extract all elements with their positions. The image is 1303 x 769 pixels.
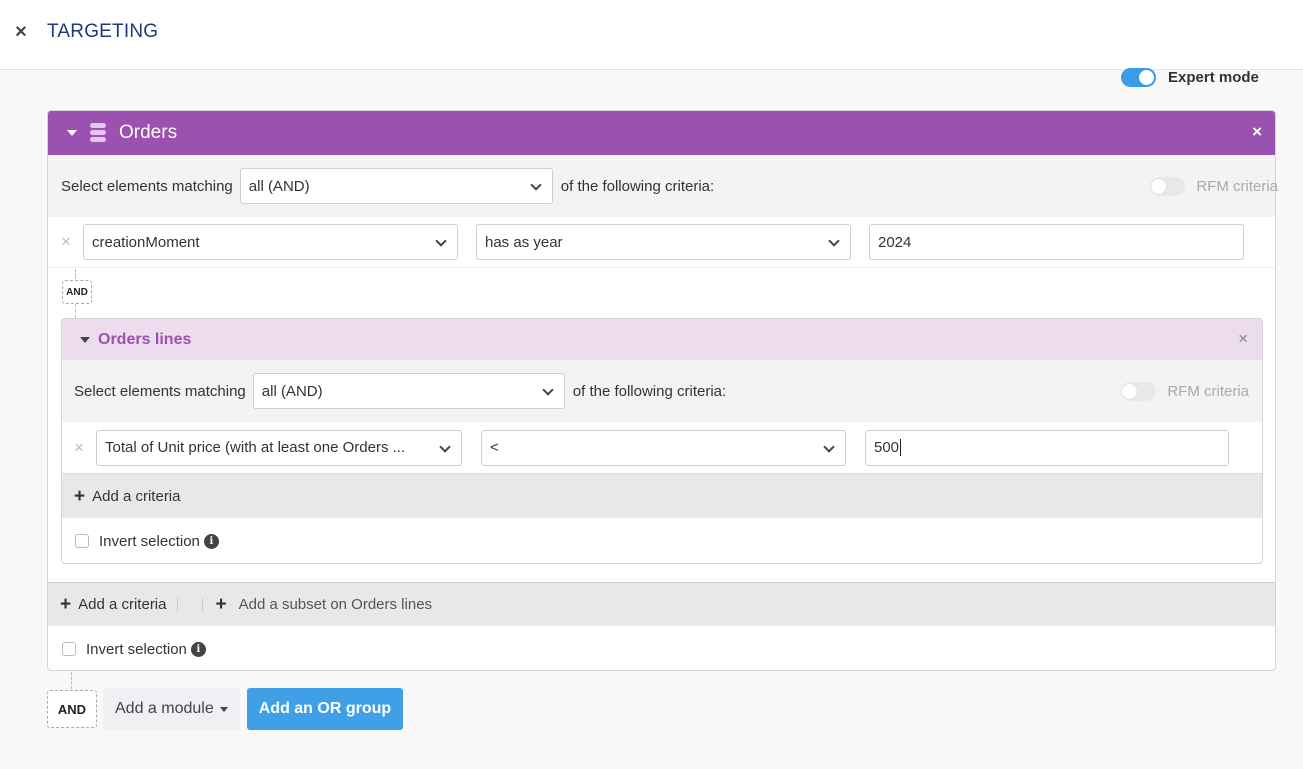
toggle-knob [1122,383,1138,399]
criteria-field-select[interactable]: Total of Unit price (with at least one O… [96,429,462,466]
add-module-button[interactable]: Add a module [103,688,240,730]
text-cursor [900,439,902,456]
invert-selection-label: Invert selection [86,640,187,658]
chevron-down-icon [439,440,451,453]
info-icon[interactable]: i [190,641,206,657]
criteria-field-value: Total of Unit price (with at least one O… [105,439,406,456]
expert-mode-label: Expert mode [1168,69,1259,86]
criteria-value: 500 [874,439,900,456]
rfm-control: RFM criteria [1121,381,1249,401]
invert-selection-checkbox[interactable] [75,534,89,548]
and-connector-badge[interactable]: AND [47,690,97,728]
orders-lines-subset: Orders lines × Select elements matching … [61,318,1263,564]
subset-match-select[interactable]: all (AND) [252,373,565,409]
bottom-actions: AND Add a module Add an OR group [47,688,404,730]
subset-header: Orders lines × [62,319,1262,360]
connector-line [75,269,76,279]
match-select[interactable]: all (AND) [239,168,553,204]
collapse-caret-icon[interactable] [80,336,90,343]
criteria-row: × creationMoment has as year 2024 [48,217,1275,268]
module-name: Orders [119,122,178,143]
subset-match-row: Select elements matching all (AND) of th… [62,360,1262,422]
chevron-down-icon [542,384,554,396]
add-subset-button[interactable]: Add a subset on Orders lines [239,596,432,613]
divider [202,597,204,612]
close-icon[interactable]: × [13,20,29,44]
subset-invert-row: Invert selection i [62,518,1262,564]
toggle-knob [1151,178,1167,194]
chevron-down-icon [435,235,447,247]
module-header: Orders × [48,111,1275,155]
database-icon [90,123,106,143]
remove-criteria-icon[interactable]: × [72,438,86,458]
match-select-value: all (AND) [261,382,323,400]
criteria-value-input[interactable]: 2024 [869,224,1244,260]
add-criteria-button[interactable]: Add a criteria [92,488,180,505]
invert-selection-label: Invert selection [99,532,200,550]
rfm-toggle[interactable] [1150,176,1186,196]
add-module-label: Add a module [115,700,214,717]
info-icon[interactable]: i [203,533,219,549]
expert-mode-toggle[interactable] [1121,68,1156,87]
rfm-toggle[interactable] [1121,381,1157,401]
toggle-knob [1139,70,1154,85]
remove-subset-icon[interactable]: × [1238,329,1248,349]
criteria-field-value: creationMoment [92,233,200,251]
orders-module: Orders × Select elements matching all (A… [47,110,1278,671]
caret-down-icon [219,706,228,712]
chevron-down-icon [828,235,840,247]
connector-line [75,304,76,318]
criteria-value-input[interactable]: 500 [865,429,1229,466]
subset-criteria-row: × Total of Unit price (with at least one… [62,422,1262,474]
subset-add-bar: + Add a criteria [62,474,1262,518]
match-row: Select elements matching all (AND) of th… [48,155,1278,217]
subset-name: Orders lines [98,330,192,348]
page-title: TARGETING [47,21,159,42]
match-suffix: of the following criteria: [560,177,715,195]
match-label: Select elements matching [61,177,233,195]
plus-icon: + [215,594,227,615]
connector-line [71,672,72,689]
add-criteria-button[interactable]: Add a criteria [78,596,166,613]
top-bar: × TARGETING [0,0,1303,70]
add-or-group-button[interactable]: Add an OR group [246,688,404,730]
criteria-operator-select[interactable]: < [481,429,846,466]
invert-selection-checkbox[interactable] [62,642,76,656]
plus-icon: + [60,594,72,615]
criteria-value: 2024 [878,233,912,251]
expert-mode-control: Expert mode [1121,68,1259,87]
module-add-bar: + Add a criteria + Add a subset on Order… [48,582,1275,626]
rfm-label: RFM criteria [1196,177,1278,195]
chevron-down-icon [530,179,542,191]
criteria-operator-value: < [490,439,499,456]
rfm-label: RFM criteria [1167,382,1249,400]
rfm-control: RFM criteria [1150,176,1278,196]
criteria-operator-select[interactable]: has as year [476,224,851,260]
collapse-caret-icon[interactable] [67,130,77,136]
match-label: Select elements matching [74,382,246,400]
chevron-down-icon [823,440,835,453]
and-connector-badge[interactable]: AND [62,280,92,304]
match-suffix: of the following criteria: [572,382,727,400]
remove-module-icon[interactable]: × [1252,122,1262,142]
criteria-field-select[interactable]: creationMoment [83,224,458,260]
criteria-operator-value: has as year [485,233,563,251]
match-select-value: all (AND) [248,177,310,195]
plus-icon: + [74,485,86,507]
module-invert-row: Invert selection i [48,627,206,671]
remove-criteria-icon[interactable]: × [59,232,73,252]
divider [177,597,179,612]
